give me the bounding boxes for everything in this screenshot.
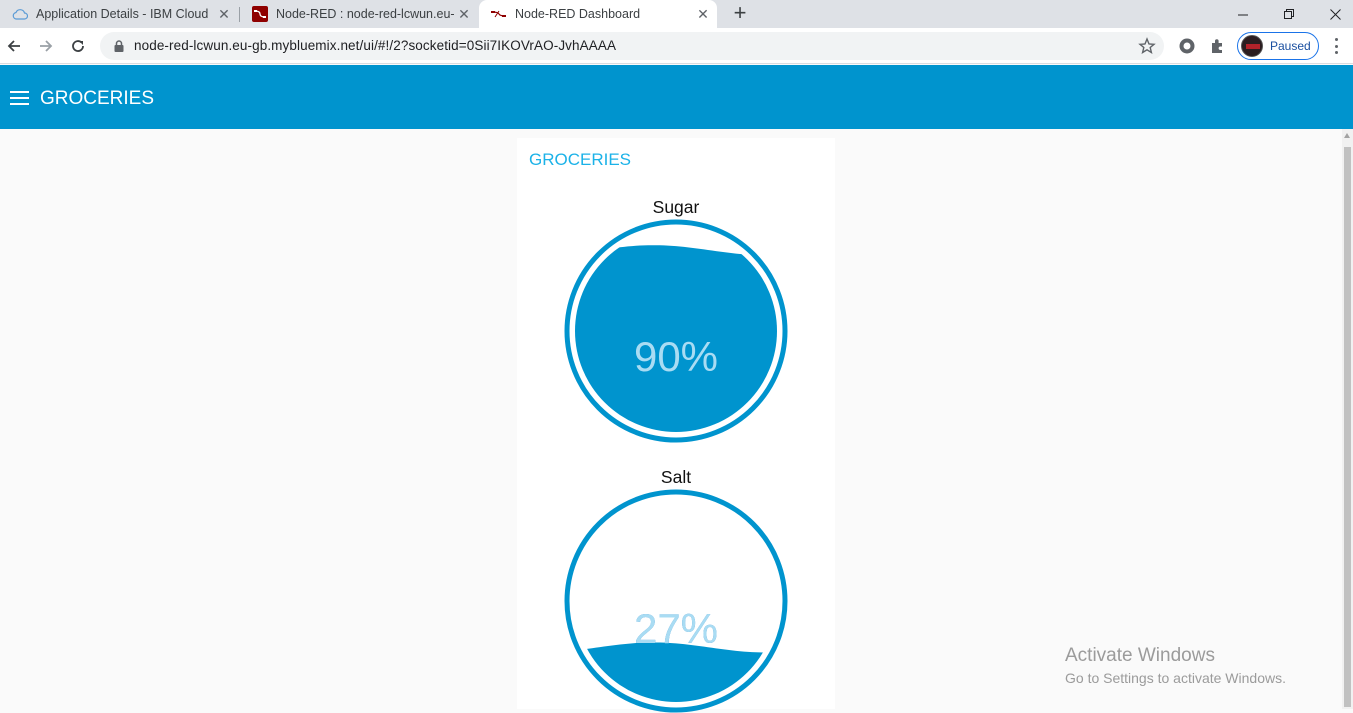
extension-button[interactable]	[1177, 36, 1197, 56]
node-red-icon	[252, 6, 268, 22]
back-button[interactable]	[2, 34, 26, 58]
restore-button[interactable]	[1266, 0, 1312, 28]
puzzle-icon	[1212, 39, 1222, 53]
node-red-icon	[491, 6, 507, 22]
sugar-gauge-label: Sugar	[652, 197, 700, 217]
minimize-icon	[1237, 14, 1248, 15]
sugar-level-gauge: 90% 90%	[564, 219, 788, 443]
tab-strip: Application Details - IBM Cloud ✕ Node-R…	[0, 0, 1353, 28]
url-text: node-red-lcwun.eu-gb.mybluemix.net/ui/#!…	[134, 38, 617, 53]
hamburger-menu-icon[interactable]	[10, 91, 29, 105]
avatar	[1241, 35, 1263, 57]
tab-ibm-cloud[interactable]: Application Details - IBM Cloud ✕	[0, 0, 238, 28]
groceries-group-card: GROCERIES Sugar 90% 90% Salt 27% 27%	[517, 138, 835, 713]
cloud-icon	[12, 6, 28, 22]
close-tab-icon[interactable]: ✕	[216, 6, 232, 22]
back-arrow-icon	[7, 40, 20, 52]
shield-extension-icon	[1179, 38, 1195, 54]
tab-title: Application Details - IBM Cloud	[36, 7, 209, 21]
tab-title: Node-RED : node-red-lcwun.eu-g	[276, 7, 454, 21]
close-tab-icon[interactable]: ✕	[456, 6, 472, 22]
reload-button[interactable]	[66, 34, 90, 58]
tab-node-red-editor[interactable]: Node-RED : node-red-lcwun.eu-g ✕	[240, 0, 478, 28]
watermark-line1: Activate Windows	[1065, 645, 1215, 666]
new-tab-button[interactable]: +	[728, 2, 752, 26]
browser-menu-button[interactable]	[1328, 36, 1344, 56]
profile-status: Paused	[1270, 39, 1311, 53]
minimize-button[interactable]	[1220, 0, 1266, 28]
group-title: GROCERIES	[529, 150, 632, 169]
bookmark-star-icon[interactable]	[1138, 37, 1156, 55]
close-tab-icon[interactable]: ✕	[695, 6, 711, 22]
extensions-menu-button[interactable]	[1208, 36, 1228, 56]
tab-title: Node-RED Dashboard	[515, 7, 641, 21]
salt-percent-text-inner: 27%	[634, 605, 718, 652]
tab-node-red-dashboard[interactable]: Node-RED Dashboard ✕	[479, 0, 717, 28]
sugar-percent-text-inner: 90%	[634, 333, 718, 380]
page-title: GROCERIES	[40, 88, 155, 109]
reload-icon	[72, 40, 84, 52]
lock-icon	[114, 40, 124, 52]
salt-gauge-label: Salt	[660, 467, 692, 487]
address-bar[interactable]: node-red-lcwun.eu-gb.mybluemix.net/ui/#!…	[100, 32, 1164, 60]
close-icon	[1329, 8, 1341, 20]
browser-toolbar: node-red-lcwun.eu-gb.mybluemix.net/ui/#!…	[0, 28, 1353, 64]
scroll-up-arrow-icon[interactable]	[1344, 133, 1350, 138]
dashboard-header: GROCERIES	[0, 65, 1353, 129]
vertical-scrollbar[interactable]	[1342, 129, 1353, 709]
profile-button[interactable]: Paused	[1237, 32, 1319, 60]
watermark-line2: Go to Settings to activate Windows.	[1065, 670, 1286, 686]
scrollbar-thumb[interactable]	[1344, 147, 1351, 707]
forward-button[interactable]	[34, 34, 58, 58]
restore-icon	[1283, 8, 1294, 19]
forward-arrow-icon	[40, 40, 53, 52]
close-window-button[interactable]	[1312, 0, 1353, 28]
windows-activation-watermark: Activate Windows Go to Settings to activ…	[1065, 645, 1286, 686]
salt-level-gauge: 27% 27%	[564, 489, 788, 713]
